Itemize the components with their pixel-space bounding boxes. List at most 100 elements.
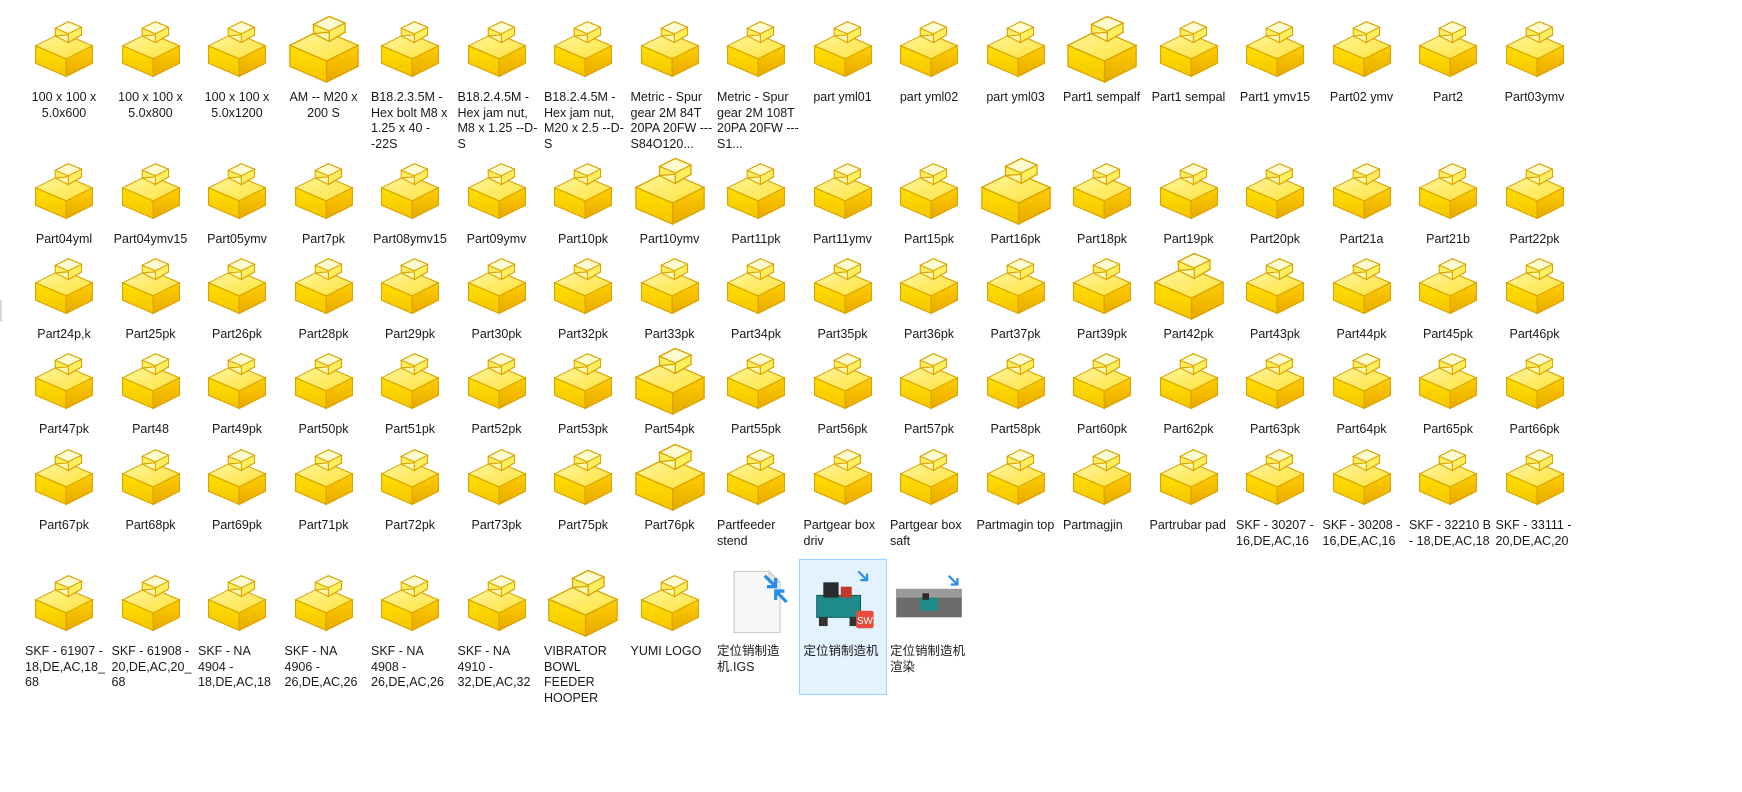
file-item[interactable]: Partfeeder stend (713, 434, 799, 568)
file-item[interactable]: Part72pk (367, 434, 453, 568)
solidworks-part-icon (454, 560, 540, 644)
file-item[interactable]: 定位销制造机.IGS (713, 560, 799, 694)
file-item[interactable]: Part76pk (627, 434, 713, 568)
solidworks-part-icon (108, 560, 194, 644)
solidworks-part-icon (540, 243, 626, 327)
file-item[interactable]: Partgear box saft (886, 434, 972, 568)
solidworks-part-icon (108, 434, 194, 518)
file-item[interactable]: SKF - 61907 - 18,DE,AC,18_68 (21, 560, 107, 694)
solidworks-part-icon (194, 6, 280, 90)
file-name-label: 定位销制造机 (803, 644, 879, 658)
file-item[interactable]: SKF - 30208 - 16,DE,AC,16 (1319, 434, 1405, 568)
file-item[interactable]: AM -- M20 x 200 S (281, 6, 367, 140)
file-item[interactable]: SKF - 61908 - 20,DE,AC,20_68 (108, 560, 194, 694)
solidworks-part-icon (1059, 243, 1145, 327)
file-item[interactable]: YUMI LOGO (627, 560, 713, 694)
svg-text:SW: SW (856, 616, 873, 627)
file-item[interactable]: SKF - NA 4906 - 26,DE,AC,26 (281, 560, 367, 694)
file-item[interactable]: SKF - 33111 - 20,DE,AC,20 (1492, 434, 1578, 568)
file-item[interactable]: Part1 ymv15 (1232, 6, 1318, 140)
file-item[interactable]: 定位销制造机渲染 (886, 560, 972, 694)
file-item[interactable]: part yml03 (973, 6, 1059, 140)
file-item[interactable]: Metric - Spur gear 2M 108T 20PA 20FW ---… (713, 6, 799, 151)
file-item[interactable]: B18.2.4.5M - Hex jam nut, M20 x 2.5 --D-… (540, 6, 626, 151)
file-name-label: Part67pk (38, 518, 90, 532)
file-name-label: Partmagin top (976, 518, 1055, 532)
solidworks-part-icon (1059, 148, 1145, 232)
solidworks-part-icon (713, 434, 799, 518)
solidworks-part-icon (21, 148, 107, 232)
file-item[interactable]: VIBRATOR BOWL FEEDER HOOPER (540, 560, 626, 705)
solidworks-part-icon (1492, 434, 1578, 518)
file-item[interactable]: Part02 ymv (1319, 6, 1405, 140)
file-name-label: Part02 ymv (1329, 90, 1394, 104)
file-name-label: SKF - NA 4906 - 26,DE,AC,26 (284, 644, 358, 689)
file-item[interactable]: Part03ymv (1492, 6, 1578, 140)
file-item[interactable]: part yml01 (800, 6, 886, 140)
file-item[interactable]: Part69pk (194, 434, 280, 568)
solidworks-part-icon (454, 338, 540, 422)
solidworks-part-icon (194, 434, 280, 518)
solidworks-part-icon (1492, 148, 1578, 232)
file-item[interactable]: Partrubar pad (1146, 434, 1232, 568)
file-item[interactable]: SKF - NA 4904 - 18,DE,AC,18 (194, 560, 280, 694)
file-name-label: 100 x 100 x 5.0x1200 (204, 90, 270, 120)
solidworks-part-icon (281, 338, 367, 422)
file-name-label: Part71pk (298, 518, 349, 532)
solidworks-part-icon (1146, 434, 1232, 518)
solidworks-part-icon (281, 148, 367, 232)
file-item[interactable]: Part71pk (281, 434, 367, 568)
file-item[interactable]: Partmagin top (973, 434, 1059, 568)
file-item[interactable]: SW 定位销制造机 (798, 559, 887, 695)
solidworks-part-icon (21, 338, 107, 422)
file-item[interactable]: 100 x 100 x 5.0x600 (21, 6, 107, 140)
file-item[interactable]: part yml02 (886, 6, 972, 140)
file-name-label: Part73pk (471, 518, 522, 532)
file-item[interactable]: Part2 (1405, 6, 1491, 140)
file-item[interactable]: Part75pk (540, 434, 626, 568)
file-item[interactable]: Part73pk (454, 434, 540, 568)
solidworks-part-icon (800, 338, 886, 422)
solidworks-part-icon (1059, 434, 1145, 518)
file-name-label: 100 x 100 x 5.0x600 (31, 90, 97, 120)
file-item[interactable]: Part1 sempalf (1059, 6, 1145, 140)
solidworks-part-icon (367, 6, 453, 90)
solidworks-part-icon (194, 148, 280, 232)
solidworks-part-icon (1319, 338, 1405, 422)
file-item[interactable]: 100 x 100 x 5.0x800 (108, 6, 194, 140)
file-name-label: 定位销制造机渲染 (890, 644, 966, 674)
file-item[interactable]: SKF - NA 4910 - 32,DE,AC,32 (454, 560, 540, 694)
file-item[interactable]: SKF - 30207 - 16,DE,AC,16 (1232, 434, 1318, 568)
file-item[interactable]: Metric - Spur gear 2M 84T 20PA 20FW ---S… (627, 6, 713, 151)
file-name-label: Partfeeder stend (717, 518, 776, 548)
file-name-label: Part1 sempalf (1063, 90, 1141, 104)
solidworks-part-icon (1059, 6, 1145, 90)
solidworks-part-icon (1319, 6, 1405, 90)
solidworks-part-icon (454, 6, 540, 90)
file-name-label: 100 x 100 x 5.0x800 (118, 90, 183, 120)
file-item[interactable]: SKF - NA 4908 - 26,DE,AC,26 (367, 560, 453, 694)
file-item[interactable]: Partmagjin (1059, 434, 1145, 568)
file-item[interactable]: Partgear box driv (800, 434, 886, 568)
file-name-label: Partmagjin (1063, 518, 1123, 532)
file-name-label: SKF - 32210 B - 18,DE,AC,18 (1409, 518, 1491, 548)
file-name-label: SKF - 30207 - 16,DE,AC,16 (1236, 518, 1314, 548)
file-name-label: 定位销制造机.IGS (717, 644, 780, 674)
file-name-label: SKF - 30208 - 16,DE,AC,16 (1322, 518, 1401, 548)
file-name-label: Part1 ymv15 (1239, 90, 1311, 104)
solidworks-part-icon (367, 434, 453, 518)
file-grid: 100 x 100 x 5.0x600 100 x 100 x 5.0x800 … (0, 0, 1742, 792)
solidworks-part-icon (973, 434, 1059, 518)
file-item[interactable]: Part68pk (108, 434, 194, 568)
solidworks-part-icon (367, 243, 453, 327)
solidworks-assembly-icon: SW (800, 560, 886, 644)
file-item[interactable]: B18.2.4.5M - Hex jam nut, M8 x 1.25 --D-… (454, 6, 540, 151)
file-item[interactable]: B18.2.3.5M - Hex bolt M8 x 1.25 x 40 --2… (367, 6, 453, 151)
file-item[interactable]: SKF - 32210 B - 18,DE,AC,18 (1405, 434, 1491, 568)
solidworks-part-icon (454, 434, 540, 518)
solidworks-part-icon (1232, 434, 1318, 518)
solidworks-part-icon (540, 148, 626, 232)
file-item[interactable]: 100 x 100 x 5.0x1200 (194, 6, 280, 140)
file-item[interactable]: Part1 sempal (1146, 6, 1232, 140)
file-item[interactable]: Part67pk (21, 434, 107, 568)
